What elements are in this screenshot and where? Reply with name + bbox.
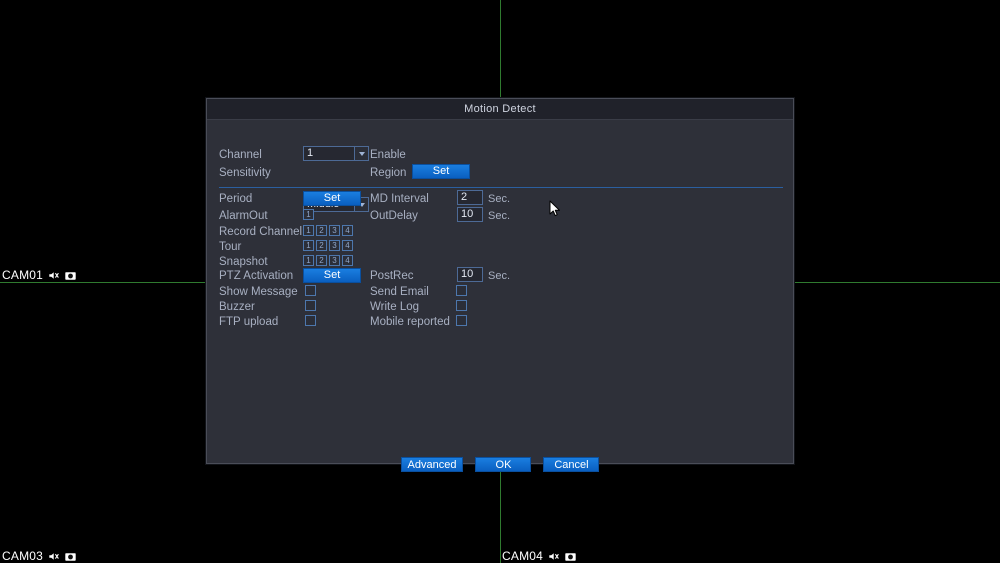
dialog-titlebar: Motion Detect xyxy=(207,99,793,120)
snapshot-label: Snapshot xyxy=(219,256,268,268)
ftp-upload-label: FTP upload xyxy=(219,316,279,328)
snapshot-channel-4[interactable]: 4 xyxy=(342,255,353,266)
tour-channel-2[interactable]: 2 xyxy=(316,240,327,251)
out-delay-label: OutDelay xyxy=(370,210,418,222)
sensitivity-label: Sensitivity xyxy=(219,167,271,179)
region-label: Region xyxy=(370,167,407,179)
md-interval-input[interactable]: 2 xyxy=(457,190,483,205)
dialog-title: Motion Detect xyxy=(464,103,536,115)
cancel-button[interactable]: Cancel xyxy=(543,457,600,472)
ftp-upload-checkbox[interactable] xyxy=(305,315,316,326)
channel-label: Channel xyxy=(219,149,262,161)
snapshot-channel-2[interactable]: 2 xyxy=(316,255,327,266)
camera-label-cam03: CAM03 xyxy=(2,549,77,563)
channel-select-value: 1 xyxy=(307,147,314,159)
period-label: Period xyxy=(219,193,253,205)
snapshot-channel-3[interactable]: 3 xyxy=(329,255,340,266)
post-rec-label: PostRec xyxy=(370,270,414,282)
section-divider xyxy=(219,187,783,188)
alarm-out-channel-group: 1 xyxy=(303,209,314,220)
record-camera-icon xyxy=(64,269,77,282)
region-set-button[interactable]: Set xyxy=(412,164,470,179)
camera-name: CAM01 xyxy=(2,268,44,282)
record-camera-icon xyxy=(564,550,577,563)
motion-detect-dialog: Motion Detect Channel 1 Enable Sensitivi… xyxy=(206,98,794,472)
mobile-reported-label: Mobile reported xyxy=(370,316,450,328)
record-channel-group: 1 2 3 4 xyxy=(303,225,353,236)
buzzer-label: Buzzer xyxy=(219,301,255,313)
ok-button[interactable]: OK xyxy=(475,457,532,472)
record-channel-2[interactable]: 2 xyxy=(316,225,327,236)
send-email-label: Send Email xyxy=(370,286,429,298)
record-channel-label: Record Channel xyxy=(219,226,303,238)
tour-label: Tour xyxy=(219,241,242,253)
tour-channel-4[interactable]: 4 xyxy=(342,240,353,251)
post-rec-input[interactable]: 10 xyxy=(457,267,483,282)
tour-channel-1[interactable]: 1 xyxy=(303,240,314,251)
record-channel-4[interactable]: 4 xyxy=(342,225,353,236)
buzzer-checkbox[interactable] xyxy=(305,300,316,311)
post-rec-unit: Sec. xyxy=(488,270,511,282)
mobile-reported-checkbox[interactable] xyxy=(456,315,467,326)
record-camera-icon xyxy=(64,550,77,563)
enable-label: Enable xyxy=(370,149,406,161)
chevron-down-icon[interactable] xyxy=(354,147,368,160)
camera-label-cam04: CAM04 xyxy=(502,549,577,563)
out-delay-input[interactable]: 10 xyxy=(457,207,483,222)
record-channel-3[interactable]: 3 xyxy=(329,225,340,236)
out-delay-unit: Sec. xyxy=(488,210,511,222)
write-log-label: Write Log xyxy=(370,301,420,313)
channel-select[interactable]: 1 xyxy=(303,146,369,161)
tour-channel-group: 1 2 3 4 xyxy=(303,240,353,251)
record-channel-1[interactable]: 1 xyxy=(303,225,314,236)
snapshot-channel-1[interactable]: 1 xyxy=(303,255,314,266)
show-message-label: Show Message xyxy=(219,286,298,298)
send-email-checkbox[interactable] xyxy=(456,285,467,296)
snapshot-channel-group: 1 2 3 4 xyxy=(303,255,353,266)
dialog-footer: Advanced OK Cancel xyxy=(207,457,793,472)
ptz-activation-label: PTZ Activation xyxy=(219,270,294,282)
tour-channel-3[interactable]: 3 xyxy=(329,240,340,251)
ptz-activation-set-button[interactable]: Set xyxy=(303,268,361,283)
show-message-checkbox[interactable] xyxy=(305,285,316,296)
alarm-out-label: AlarmOut xyxy=(219,210,268,222)
advanced-button[interactable]: Advanced xyxy=(400,457,464,472)
camera-name: CAM03 xyxy=(2,549,44,563)
write-log-checkbox[interactable] xyxy=(456,300,467,311)
alarm-out-channel-1[interactable]: 1 xyxy=(303,209,314,220)
md-interval-unit: Sec. xyxy=(488,193,511,205)
speaker-mute-icon xyxy=(47,269,60,282)
speaker-mute-icon xyxy=(47,550,60,563)
speaker-mute-icon xyxy=(547,550,560,563)
md-interval-label: MD Interval xyxy=(370,193,429,205)
period-set-button[interactable]: Set xyxy=(303,191,361,206)
camera-label-cam01: CAM01 xyxy=(2,268,77,282)
dialog-body: Channel 1 Enable Sensitivity Middle Regi… xyxy=(207,120,793,472)
camera-name: CAM04 xyxy=(502,549,544,563)
